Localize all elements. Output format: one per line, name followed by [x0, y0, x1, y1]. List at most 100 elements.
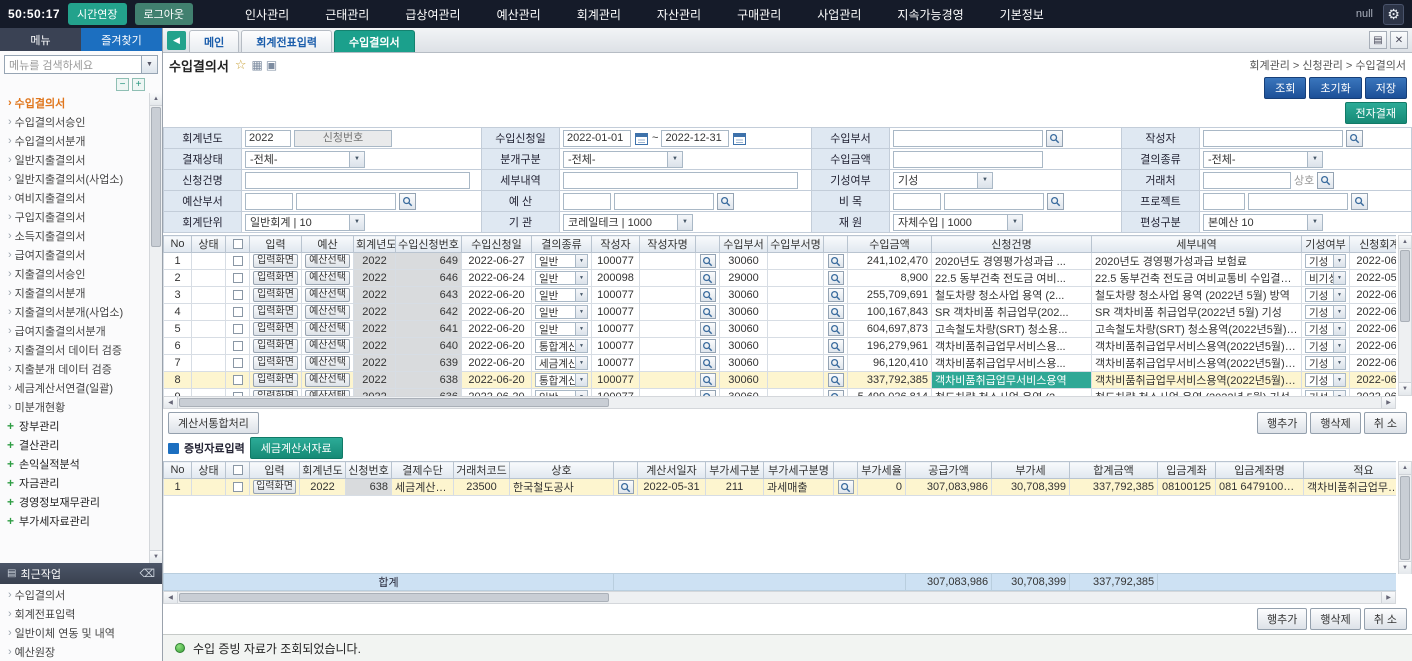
reset-button[interactable]: 초기화 — [1309, 77, 1361, 99]
item-code-input[interactable] — [893, 193, 941, 210]
grid1-hscrollbar[interactable]: ◀ ▶ — [163, 396, 1396, 409]
row-checkbox[interactable] — [233, 256, 243, 266]
sidebar-item[interactable]: ›일반지출결의서 — [0, 150, 149, 169]
budget-dept-input[interactable] — [296, 193, 396, 210]
search-button[interactable] — [828, 288, 844, 302]
search-button[interactable] — [700, 356, 716, 370]
agency-select[interactable]: 코레일테크 | 1000▼ — [563, 214, 693, 231]
row-checkbox[interactable] — [233, 482, 243, 492]
budget-select-button[interactable]: 예산선택 — [305, 339, 350, 353]
sidebar-tab-menu[interactable]: 메뉴 — [0, 28, 81, 51]
tab-list-icon[interactable]: ▤ — [1369, 31, 1387, 49]
top-menu-item[interactable]: 사업관리 — [817, 6, 861, 23]
tab-scroll-left-button[interactable]: ◀ — [167, 31, 186, 50]
top-menu-item[interactable]: 기본정보 — [1000, 6, 1044, 23]
search-button[interactable] — [828, 254, 844, 268]
search-button[interactable] — [828, 373, 844, 387]
grid1-row[interactable]: 2입력화면예산선택20226462022-06-24일반▼20009829000… — [164, 270, 1397, 287]
decision-type-select[interactable]: 통합계산서▼ — [535, 373, 588, 387]
search-button[interactable] — [700, 271, 716, 285]
sidebar-item[interactable]: ›지출결의서분개(사업소) — [0, 302, 149, 321]
input-screen-button[interactable]: 입력화면 — [253, 390, 298, 396]
sidebar-item[interactable]: ›일반지출결의서(사업소) — [0, 169, 149, 188]
completion-select[interactable]: 기성▼ — [1305, 288, 1346, 302]
date-to-input[interactable] — [661, 130, 729, 147]
header-checkbox[interactable] — [233, 465, 243, 475]
search-button[interactable] — [1351, 193, 1368, 210]
scroll-left-icon[interactable]: ◀ — [164, 397, 178, 408]
grid1-row[interactable]: 1입력화면예산선택20226492022-06-27일반▼10007730060… — [164, 253, 1397, 270]
fund-select[interactable]: 자체수입 | 1000▼ — [893, 214, 1023, 231]
budget-select-button[interactable]: 예산선택 — [305, 271, 350, 285]
vendor-input[interactable] — [1203, 172, 1291, 189]
tax-invoice-button[interactable]: 세금계산서자료 — [250, 437, 343, 459]
sidebar-group[interactable]: +결산관리 — [0, 435, 149, 454]
top-menu-item[interactable]: 회계관리 — [577, 6, 621, 23]
completion-select[interactable]: 기성▼ — [1305, 356, 1346, 370]
collapse-all-button[interactable]: − — [116, 78, 129, 91]
search-button[interactable] — [828, 339, 844, 353]
search-button[interactable] — [838, 480, 854, 494]
completion-select[interactable]: 기성▼ — [1305, 305, 1346, 319]
extend-time-button[interactable]: 시간연장 — [68, 3, 126, 25]
popup-icon[interactable]: ▣ — [266, 58, 277, 72]
sidebar-item[interactable]: ›급여지출결의서분개 — [0, 321, 149, 340]
search-button[interactable] — [700, 390, 716, 396]
grid1-row[interactable]: 8입력화면예산선택20226382022-06-20통합계산서▼10007730… — [164, 372, 1397, 389]
sidebar-item[interactable]: ›수입결의서승인 — [0, 112, 149, 131]
budget-select-button[interactable]: 예산선택 — [305, 390, 350, 396]
sidebar-item[interactable]: ›세금계산서연결(일괄) — [0, 378, 149, 397]
approval-status-select[interactable]: -전체-▼ — [245, 151, 365, 168]
grid1-row[interactable]: 3입력화면예산선택20226432022-06-20일반▼10007730060… — [164, 287, 1397, 304]
invoice-merge-button[interactable]: 계산서통합처리 — [168, 412, 259, 434]
tab[interactable]: 회계전표입력 — [241, 30, 332, 52]
request-title-input[interactable] — [245, 172, 470, 189]
calendar-icon[interactable] — [732, 131, 747, 146]
scroll-down-icon[interactable]: ▼ — [150, 550, 162, 563]
grid2-row[interactable]: 1입력화면2022638세금계산서/...23500한국철도공사2022-05-… — [164, 479, 1397, 496]
gear-icon[interactable]: ⚙ — [1383, 4, 1404, 25]
budget-select-button[interactable]: 예산선택 — [305, 288, 350, 302]
budget-select-button[interactable]: 예산선택 — [305, 322, 350, 336]
cancel-button[interactable]: 취 소 — [1364, 412, 1407, 434]
sidebar-item[interactable]: ›수입결의서분개 — [0, 131, 149, 150]
decision-type-select[interactable]: -전체-▼ — [1203, 151, 1323, 168]
row-checkbox[interactable] — [233, 273, 243, 283]
row-delete-button[interactable]: 행삭제 — [1310, 412, 1360, 434]
budget-select-button[interactable]: 예산선택 — [305, 356, 350, 370]
scrollbar-thumb[interactable] — [1400, 476, 1410, 560]
header-checkbox[interactable] — [233, 239, 243, 249]
completion-select[interactable]: 기성▼ — [1305, 390, 1346, 396]
search-button[interactable] — [828, 305, 844, 319]
grid1-vscrollbar[interactable]: ▲ ▼ — [1398, 235, 1412, 396]
detail-input[interactable] — [563, 172, 798, 189]
row-checkbox[interactable] — [233, 392, 243, 396]
sidebar-group[interactable]: +자금관리 — [0, 473, 149, 492]
sidebar-item[interactable]: ›구입지출결의서 — [0, 207, 149, 226]
grid2-vscrollbar[interactable]: ▲ ▼ — [1398, 461, 1412, 574]
decision-type-select[interactable]: 일반▼ — [535, 322, 588, 336]
menu-search-select[interactable]: 메뉴를 검색하세요 ▼ — [4, 55, 158, 74]
scroll-down-icon[interactable]: ▼ — [1399, 561, 1411, 574]
decision-type-select[interactable]: 일반▼ — [535, 288, 588, 302]
row-add-button[interactable]: 행추가 — [1257, 412, 1307, 434]
budget-select-button[interactable]: 예산선택 — [305, 373, 350, 387]
top-menu-item[interactable]: 근태관리 — [325, 6, 369, 23]
top-menu-item[interactable]: 지속가능경영 — [897, 6, 963, 23]
scrollbar-thumb[interactable] — [1400, 250, 1410, 322]
sidebar-item[interactable]: ›여비지출결의서 — [0, 188, 149, 207]
grid1-row[interactable]: 7입력화면예산선택20226392022-06-20세금계산서▼10007730… — [164, 355, 1397, 372]
input-screen-button[interactable]: 입력화면 — [253, 480, 296, 494]
compose-select[interactable]: 본예산 10▼ — [1203, 214, 1323, 231]
scroll-up-icon[interactable]: ▲ — [1399, 236, 1411, 249]
row-delete-button[interactable]: 행삭제 — [1310, 608, 1360, 630]
sidebar-item[interactable]: ›소득지출결의서 — [0, 226, 149, 245]
writer-input[interactable] — [1203, 130, 1343, 147]
top-menu-item[interactable]: 자산관리 — [657, 6, 701, 23]
calendar-icon[interactable] — [634, 131, 649, 146]
search-button[interactable] — [700, 339, 716, 353]
search-button[interactable] — [618, 480, 634, 494]
row-checkbox[interactable] — [233, 358, 243, 368]
sidebar-item[interactable]: ›미분개현황 — [0, 397, 149, 416]
input-screen-button[interactable]: 입력화면 — [253, 322, 298, 336]
